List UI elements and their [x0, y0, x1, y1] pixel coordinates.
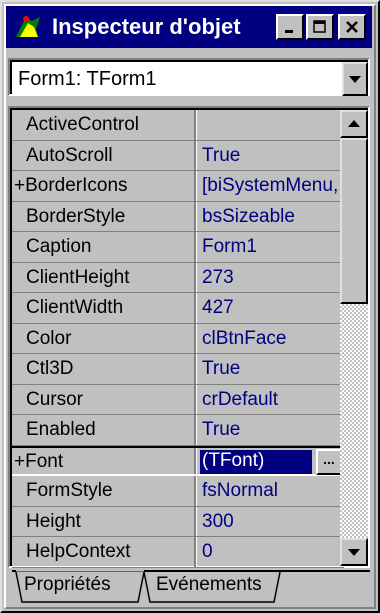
property-row[interactable]: AutoScroll True: [12, 140, 344, 171]
chevron-down-icon: [349, 76, 361, 83]
column-separator[interactable]: [194, 232, 197, 262]
column-separator[interactable]: [194, 293, 197, 323]
property-name: Cursor: [26, 388, 84, 410]
combo-field: Form1: TForm1: [10, 60, 368, 96]
property-name: BorderStyle: [26, 205, 126, 227]
property-row[interactable]: ClientWidth 427: [12, 293, 344, 324]
property-row[interactable]: Height 300: [12, 506, 344, 537]
property-row[interactable]: Color clBtnFace: [12, 323, 344, 354]
close-icon: [346, 21, 358, 33]
object-selector-combo[interactable]: Form1: TForm1: [8, 58, 370, 96]
property-name: Caption: [26, 236, 92, 257]
property-name: FormStyle: [26, 480, 113, 501]
property-value[interactable]: Form1: [202, 236, 342, 258]
property-row[interactable]: Caption Form1: [12, 232, 344, 263]
property-row[interactable]: BorderStyle bsSizeable: [12, 201, 344, 232]
column-separator[interactable]: [194, 537, 197, 567]
column-separator[interactable]: [194, 262, 197, 292]
property-name: HelpContext: [26, 541, 131, 562]
window-title: Inspecteur d'objet: [52, 14, 241, 39]
maximize-icon: [313, 20, 326, 33]
app-icon: [12, 11, 44, 43]
property-value[interactable]: True: [202, 358, 342, 380]
maximize-button[interactable]: [306, 14, 334, 40]
property-name: Enabled: [26, 419, 96, 440]
property-rows: ActiveControl AutoScroll True +BorderIcons […: [12, 110, 344, 568]
property-row[interactable]: Ctl3D True: [12, 354, 344, 385]
property-grid: ActiveControl AutoScroll True +BorderIcons […: [8, 106, 370, 568]
property-name: AutoScroll: [26, 144, 113, 166]
property-name: ClientHeight: [26, 266, 130, 288]
column-separator[interactable]: [194, 140, 197, 170]
property-value[interactable]: 427: [202, 297, 342, 319]
property-row[interactable]: HelpContext 0: [12, 537, 344, 568]
column-separator[interactable]: [194, 447, 197, 474]
property-value-editor[interactable]: (TFont): [200, 449, 312, 474]
property-name: +BorderIcons: [14, 175, 128, 196]
property-name: ClientWidth: [26, 297, 124, 318]
column-separator[interactable]: [194, 415, 197, 445]
column-separator[interactable]: [194, 323, 197, 353]
column-separator[interactable]: [194, 384, 197, 414]
scroll-down-button[interactable]: [340, 538, 368, 566]
object-selector-value: Form1: TForm1: [18, 68, 157, 90]
scroll-thumb[interactable]: [340, 138, 368, 304]
minimize-button[interactable]: [276, 14, 304, 40]
tab-proprietes[interactable]: Propriétés: [18, 574, 117, 602]
column-separator[interactable]: [194, 354, 197, 384]
property-row[interactable]: ActiveControl: [12, 110, 344, 141]
title-bar[interactable]: Inspecteur d'objet: [6, 6, 372, 48]
property-name: +Font: [14, 450, 64, 472]
property-name: Color: [26, 327, 72, 349]
property-row[interactable]: Cursor crDefault: [12, 384, 344, 415]
close-button[interactable]: [338, 14, 366, 40]
vertical-scrollbar[interactable]: [340, 110, 368, 566]
property-grid-inner: ActiveControl AutoScroll True +BorderIcons […: [10, 108, 368, 568]
property-value[interactable]: True: [202, 419, 342, 441]
property-row[interactable]: +Font (TFont)...: [12, 445, 344, 476]
arrow-up-icon: [348, 120, 360, 127]
property-value[interactable]: 273: [202, 267, 342, 289]
property-name: ActiveControl: [26, 114, 139, 135]
property-name: Ctl3D: [26, 358, 74, 379]
property-value[interactable]: bsSizeable: [202, 206, 342, 228]
tab-strip: Propriétés Evénements: [12, 570, 372, 606]
tab-evenements[interactable]: Evénements: [150, 574, 268, 602]
property-value[interactable]: clBtnFace: [202, 328, 342, 350]
property-row[interactable]: FormStyle fsNormal: [12, 476, 344, 507]
ellipsis-button[interactable]: ...: [316, 448, 342, 475]
property-row[interactable]: ClientHeight 273: [12, 262, 344, 293]
property-row[interactable]: Enabled True: [12, 415, 344, 446]
column-separator[interactable]: [194, 201, 197, 231]
property-row[interactable]: +BorderIcons [biSystemMenu,: [12, 171, 344, 202]
column-separator[interactable]: [194, 506, 197, 536]
combo-dropdown-button[interactable]: [342, 62, 368, 96]
property-value[interactable]: True: [202, 145, 342, 167]
column-separator[interactable]: [194, 476, 197, 506]
scroll-up-button[interactable]: [340, 110, 368, 138]
property-value[interactable]: fsNormal: [202, 480, 342, 502]
object-inspector-window: Inspecteur d'objet Form1: TForm1 ActiveC…: [0, 0, 380, 613]
column-separator[interactable]: [194, 110, 197, 140]
property-value[interactable]: [biSystemMenu,: [202, 175, 342, 197]
arrow-down-icon: [348, 549, 360, 556]
minimize-icon: [285, 30, 293, 33]
property-value[interactable]: 0: [202, 541, 342, 563]
property-value[interactable]: 300: [202, 511, 342, 533]
column-separator[interactable]: [194, 171, 197, 201]
property-value[interactable]: crDefault: [202, 389, 342, 411]
property-name: Height: [26, 510, 81, 532]
